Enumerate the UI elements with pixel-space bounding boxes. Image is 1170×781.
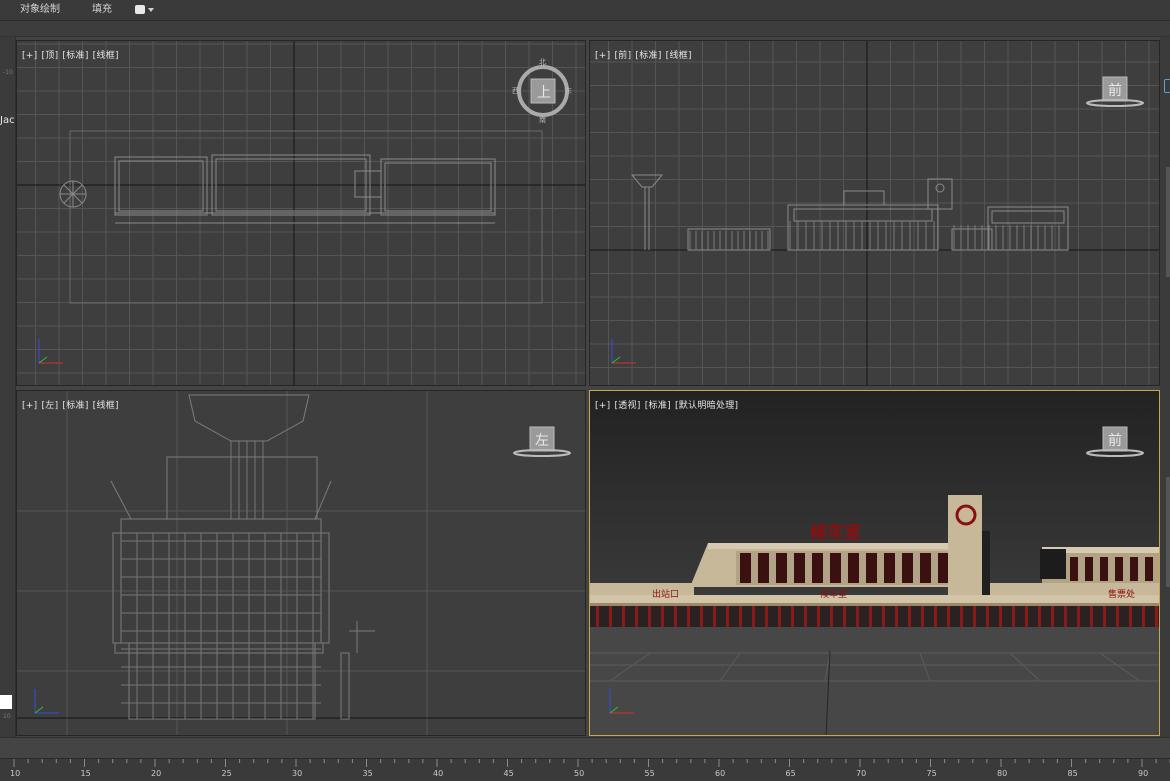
- viewport-label-top[interactable]: [+] [顶] [标准] [线框]: [22, 48, 123, 61]
- viewcube-face-label: 上: [537, 85, 551, 101]
- ruler-tick-label: 60: [715, 769, 726, 778]
- ruler-tick-label: 10: [10, 769, 21, 778]
- menu-fill[interactable]: 填充: [92, 0, 112, 20]
- viewport-top[interactable]: [+] [顶] [标准] [线框] 上 北 东 南 西: [16, 40, 586, 386]
- right-command-strip: [1160, 37, 1170, 737]
- panel-toggle-icon[interactable]: [1164, 79, 1170, 93]
- ruler-tick-label: 55: [644, 769, 655, 778]
- viewcube-face-label: 前: [1108, 433, 1122, 449]
- ruler-tick-label: 50: [574, 769, 585, 778]
- vp-menu-standard[interactable]: [标准]: [62, 51, 88, 61]
- compass-north: 北: [539, 58, 546, 66]
- viewport-label-left[interactable]: [+] [左] [标准] [线框]: [22, 398, 123, 411]
- sign-ticket: 售票处: [1108, 588, 1135, 600]
- scroll-bar-lower[interactable]: [1166, 477, 1170, 587]
- ruler-tick-label: 30: [292, 769, 303, 778]
- ruler-tick-label: 15: [80, 769, 91, 778]
- vp-menu-shading[interactable]: [线框]: [93, 51, 119, 61]
- viewcube-left[interactable]: 左: [513, 425, 573, 461]
- viewcube-top[interactable]: 上 北 东 南 西: [512, 58, 572, 124]
- top-view-grid: [17, 41, 585, 385]
- menu-bar: 对象绘制 填充: [0, 0, 1170, 21]
- sign-waiting: 候车室: [820, 588, 847, 600]
- axis-tripod-icon: [34, 689, 59, 714]
- compass-east: 东: [565, 87, 572, 95]
- vp-menu-shading[interactable]: [线框]: [93, 401, 119, 411]
- scroll-bar-upper[interactable]: [1166, 167, 1170, 277]
- vp-menu-view[interactable]: [前]: [614, 51, 631, 61]
- ruler-tick-label: 85: [1067, 769, 1078, 778]
- fill-dropdown[interactable]: [135, 5, 154, 15]
- perspective-scene: 候车室 出站口 候车室 售票处: [590, 391, 1159, 735]
- ruler-ticks: [13, 759, 1170, 767]
- viewcube-front[interactable]: 前: [1086, 75, 1146, 111]
- viewport-left[interactable]: [+] [左] [标准] [线框] 左: [16, 390, 586, 736]
- axis-tripod-icon: [609, 689, 634, 714]
- compass-west: 西: [512, 87, 519, 95]
- color-swatch[interactable]: [0, 695, 12, 709]
- ruler-tick-label: 65: [785, 769, 796, 778]
- viewcube-perspective[interactable]: 前: [1086, 425, 1146, 461]
- vp-menu-shading[interactable]: [默认明暗处理]: [675, 401, 738, 411]
- left-strip-mark: -10: [3, 69, 13, 76]
- left-building-wireframe: [110, 394, 375, 720]
- axis-tripod-icon: [38, 339, 63, 364]
- vp-menu-plus[interactable]: [+]: [595, 51, 610, 61]
- viewport-label-front[interactable]: [+] [前] [标准] [线框]: [595, 48, 696, 61]
- left-command-strip: -10 Jac 10: [0, 37, 16, 737]
- ruler-tick-label: 25: [221, 769, 232, 778]
- ruler-tick-label: 80: [997, 769, 1008, 778]
- vp-menu-view[interactable]: [顶]: [41, 51, 58, 61]
- vp-menu-view[interactable]: [左]: [41, 401, 58, 411]
- viewport-label-perspective[interactable]: [+] [透视] [标准] [默认明暗处理]: [595, 398, 742, 411]
- ribbon-secondary: [0, 21, 1170, 37]
- vp-menu-view[interactable]: [透视]: [614, 401, 640, 411]
- vp-menu-plus[interactable]: [+]: [22, 51, 37, 61]
- ruler-tick-label: 90: [1138, 769, 1149, 778]
- vp-menu-plus[interactable]: [+]: [595, 401, 610, 411]
- time-slider[interactable]: [0, 737, 1170, 758]
- ruler-tick-label: 40: [433, 769, 444, 778]
- timeline-ruler[interactable]: 10 15 20 25 30 35 40 45 50 55 60 65 70 75 80 85 90: [0, 758, 1170, 781]
- dropdown-swatch-icon: [135, 5, 145, 14]
- vp-menu-shading[interactable]: [线框]: [666, 51, 692, 61]
- sign-main-title: 候车室: [810, 522, 861, 543]
- ruler-tick-label: 75: [926, 769, 937, 778]
- compass-south: 南: [539, 116, 546, 124]
- ruler-tick-label: 35: [362, 769, 373, 778]
- sign-exit: 出站口: [652, 588, 679, 600]
- viewport-perspective[interactable]: 候车室 出站口 候车室 售票处 [+] [透视] [标准] [默认明暗处理] 前: [589, 390, 1160, 736]
- left-view-grid: [17, 391, 585, 735]
- vp-menu-standard[interactable]: [标准]: [635, 51, 661, 61]
- ruler-tick-label: 20: [151, 769, 162, 778]
- left-strip-label[interactable]: Jac: [0, 115, 15, 126]
- chevron-down-icon: [148, 8, 154, 12]
- vp-menu-plus[interactable]: [+]: [22, 401, 37, 411]
- vp-menu-standard[interactable]: [标准]: [645, 401, 671, 411]
- vp-menu-standard[interactable]: [标准]: [62, 401, 88, 411]
- top-building-wireframe: [59, 154, 496, 224]
- front-view-grid: [590, 41, 1159, 385]
- viewcube-face-label: 左: [535, 433, 549, 449]
- viewport-front[interactable]: [+] [前] [标准] [线框] 前: [589, 40, 1160, 386]
- ruler-tick-label: 70: [856, 769, 867, 778]
- ruler-tick-label: 45: [503, 769, 514, 778]
- viewcube-face-label: 前: [1108, 83, 1122, 99]
- left-strip-mark-bottom: 10: [3, 713, 11, 720]
- axis-tripod-icon: [611, 339, 636, 364]
- menu-object-paint[interactable]: 对象绘制: [20, 0, 60, 20]
